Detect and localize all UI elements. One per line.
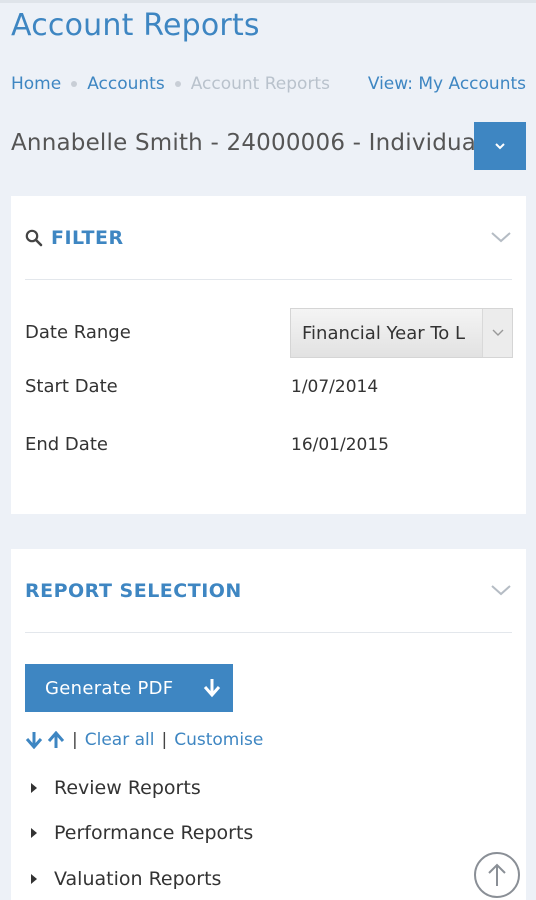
report-group-label: Performance Reports: [54, 822, 254, 844]
view-my-accounts-link[interactable]: View: My Accounts: [368, 72, 526, 96]
breadcrumb-home[interactable]: Home: [11, 74, 61, 94]
report-group-label: Valuation Reports: [54, 868, 222, 890]
search-icon: [25, 229, 43, 247]
arrow-down-icon: [203, 679, 221, 698]
customise-link[interactable]: Customise: [174, 730, 263, 750]
caret-right-icon: [31, 874, 37, 884]
arrow-up-icon[interactable]: [47, 731, 65, 749]
caret-right-icon: [31, 828, 37, 838]
breadcrumb-current: Account Reports: [190, 74, 330, 94]
date-range-label: Date Range: [25, 322, 131, 343]
generate-pdf-button[interactable]: Generate PDF: [25, 664, 233, 712]
report-selection-panel: REPORT SELECTION Generate PDF | Clear al…: [11, 549, 526, 900]
start-date-label: Start Date: [25, 376, 118, 397]
chevron-down-icon: [482, 309, 512, 357]
arrow-down-icon[interactable]: [25, 731, 43, 749]
report-selection-title: REPORT SELECTION: [25, 579, 242, 602]
date-range-value: Financial Year To L: [302, 322, 466, 344]
report-group-review[interactable]: Review Reports: [31, 774, 201, 802]
start-date-value[interactable]: 1/07/2014: [291, 377, 378, 397]
breadcrumb-separator: [174, 81, 181, 87]
tool-separator: |: [72, 730, 78, 750]
filter-title: FILTER: [51, 226, 124, 249]
arrow-up-circle-icon: [488, 863, 506, 886]
top-divider: [0, 0, 536, 3]
end-date-value[interactable]: 16/01/2015: [291, 435, 389, 455]
breadcrumb-accounts[interactable]: Accounts: [87, 74, 165, 94]
clear-all-link[interactable]: Clear all: [85, 730, 155, 750]
breadcrumb-separator: [71, 81, 78, 87]
account-name: Annabelle Smith - 24000006 - Individual: [11, 130, 483, 156]
report-group-label: Review Reports: [54, 777, 201, 799]
date-range-select[interactable]: Financial Year To L: [290, 308, 513, 358]
chevron-down-icon[interactable]: [490, 583, 512, 597]
chevron-down-icon: [495, 143, 505, 150]
filter-header[interactable]: FILTER: [25, 196, 512, 280]
report-group-performance[interactable]: Performance Reports: [31, 819, 253, 847]
scroll-to-top-button[interactable]: [474, 852, 520, 898]
account-dropdown-button[interactable]: [474, 122, 526, 170]
caret-right-icon: [31, 783, 37, 793]
report-tools: | Clear all | Customise: [25, 727, 263, 753]
page-title: Account Reports: [11, 8, 260, 43]
report-selection-header[interactable]: REPORT SELECTION: [25, 549, 512, 633]
breadcrumb: Home Accounts Account Reports: [11, 72, 330, 96]
chevron-down-icon[interactable]: [490, 230, 512, 244]
report-group-valuation[interactable]: Valuation Reports: [31, 865, 221, 893]
end-date-label: End Date: [25, 434, 108, 455]
filter-panel: FILTER Date Range Financial Year To L St…: [11, 196, 526, 514]
tool-separator: |: [161, 730, 168, 750]
generate-pdf-label: Generate PDF: [45, 677, 174, 699]
